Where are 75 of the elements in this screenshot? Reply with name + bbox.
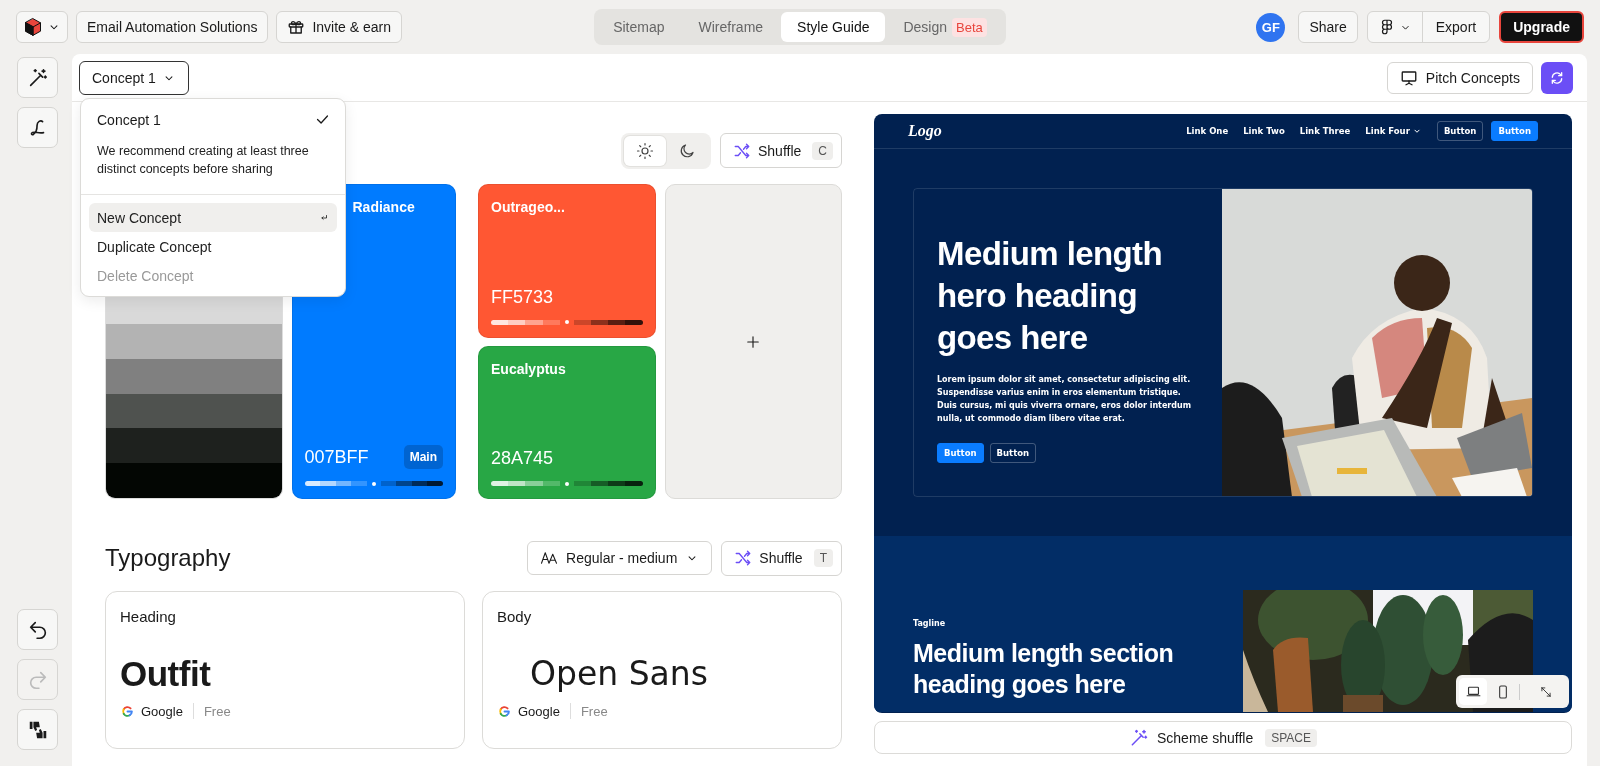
add-color-button[interactable] — [664, 184, 842, 499]
font-license: Free — [580, 703, 608, 719]
cube-logo-icon — [23, 17, 43, 37]
sync-icon — [1549, 69, 1565, 86]
site-button[interactable]: Button — [1436, 121, 1484, 141]
site-button[interactable]: Button — [989, 443, 1037, 463]
moon-icon — [678, 142, 696, 160]
nav-link[interactable]: Link Four — [1365, 126, 1422, 136]
site-button[interactable]: Button — [937, 443, 984, 463]
current-concept[interactable]: Concept 1 — [97, 111, 161, 128]
export-button[interactable]: Export — [1421, 12, 1490, 42]
magic-button[interactable] — [17, 57, 58, 98]
hero-text: Lorem ipsum dolor sit amet, consectetur adipiscing elit. Suspendisse varius enim in eros elementum tristique. Duis cursus, mi quis viverra ornare, eros dolor interdum nulla, ut commodo diam libero vitae erat. — [937, 374, 1193, 425]
sun-icon — [636, 142, 654, 160]
beta-tag: Beta — [952, 17, 987, 37]
app-menu-button[interactable] — [16, 11, 68, 43]
hex-code: FF5733 — [491, 286, 554, 308]
sync-button[interactable] — [1541, 61, 1573, 94]
color-name: Eucalyptus — [491, 360, 567, 377]
expand-icon — [1539, 684, 1553, 699]
shortcut-key: SPACE — [1265, 728, 1317, 747]
enter-icon — [319, 212, 329, 223]
google-icon — [497, 703, 512, 719]
color-name: Radiance — [351, 199, 416, 215]
hex-code: 28A745 — [491, 448, 554, 469]
section-title: Typography — [105, 544, 231, 572]
feedback-button[interactable] — [17, 709, 58, 750]
presentation-board-icon — [1399, 68, 1418, 87]
shuffle-icon — [734, 549, 753, 567]
shuffle-fonts-button[interactable]: Shuffle T — [721, 540, 842, 576]
concept-selector[interactable]: Concept 1 — [79, 60, 189, 95]
concept-note: We recommend creating at least three distinct concepts before sharing — [81, 128, 345, 195]
site-button[interactable]: Button — [1491, 121, 1538, 141]
pitch-concepts-button[interactable]: Pitch Concepts — [1386, 61, 1533, 94]
nav-link[interactable]: Link Three — [1299, 126, 1351, 136]
nav-link[interactable]: Link Two — [1243, 126, 1285, 136]
scheme-shuffle-button[interactable]: Scheme shuffle SPACE — [874, 721, 1572, 754]
color-name: Outrageo... — [491, 199, 566, 215]
view-tab[interactable]: Design Beta — [887, 12, 1003, 42]
signature-button[interactable] — [17, 107, 58, 148]
font-source: Google — [518, 703, 560, 719]
hex-code: 007BFF — [304, 446, 369, 468]
font-role: Body — [497, 608, 533, 625]
font-sample: Outfit — [120, 653, 212, 695]
site-logo: Logo — [908, 122, 942, 140]
user-avatar[interactable]: GF — [1256, 12, 1286, 42]
gift-icon — [287, 18, 306, 36]
view-tab[interactable]: Style Guide — [781, 12, 886, 42]
shortcut-key: T — [813, 549, 833, 567]
font-sample: Open Sans — [529, 653, 709, 695]
tagline: Tagline — [913, 619, 947, 628]
shortcut-key: C — [812, 141, 833, 160]
undo-button[interactable] — [17, 609, 58, 650]
shuffle-icon — [733, 141, 751, 160]
font-source: Google — [141, 703, 183, 719]
google-icon — [120, 703, 135, 719]
shuffle-colors-button[interactable]: Shuffle C — [720, 133, 842, 168]
weight-dropdown[interactable]: Regular - medium — [527, 540, 713, 575]
share-button[interactable]: Share — [1298, 11, 1358, 43]
desktop-view-button[interactable] — [1459, 678, 1487, 705]
upgrade-button[interactable]: Upgrade — [1499, 11, 1584, 43]
hero-heading: Medium length hero heading goes here — [937, 234, 1164, 358]
view-tab[interactable]: Wireframe — [682, 12, 780, 42]
invite-button[interactable]: Invite & earn — [276, 11, 403, 43]
font-role: Heading — [120, 608, 177, 625]
main-tag: Main — [403, 445, 443, 469]
menu-item[interactable]: New Concept — [89, 203, 337, 232]
font-card[interactable]: Body Open Sans Google Free — [482, 591, 842, 749]
view-tab[interactable]: Sitemap — [597, 12, 681, 42]
font-card[interactable]: Heading Outfit Google Free — [105, 591, 465, 749]
section-heading: Medium length section heading goes here — [913, 638, 1175, 700]
project-button[interactable]: Email Automation Solutions — [76, 11, 269, 43]
nav-link[interactable]: Link One — [1186, 126, 1229, 136]
light-mode-button[interactable] — [624, 136, 666, 166]
font-license: Free — [203, 703, 231, 719]
